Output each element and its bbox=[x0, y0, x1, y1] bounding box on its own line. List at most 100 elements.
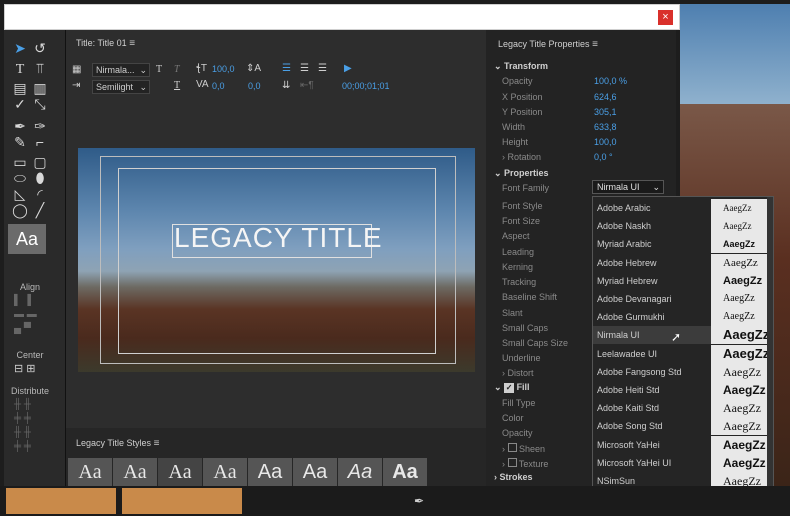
roll-crawl-icon[interactable]: ▦ bbox=[72, 64, 81, 75]
rounded-corner-tool-icon[interactable]: ⬮ bbox=[32, 170, 48, 186]
font-family-select[interactable]: Nirmala UI ⌄ bbox=[592, 180, 664, 194]
font-list-item[interactable]: Adobe Hebrew AaegZz bbox=[593, 253, 771, 272]
font-list-item[interactable]: Adobe Naskh AaegZz bbox=[593, 217, 771, 236]
small-caps-row: Small Caps bbox=[502, 323, 549, 333]
style-swatch[interactable]: Aa bbox=[113, 458, 157, 486]
font-style-dropdown[interactable]: Semilight ⌄ bbox=[92, 80, 150, 94]
sheen-checkbox[interactable] bbox=[507, 443, 517, 452]
font-list-item[interactable]: Leelawadee UI AaegZz bbox=[593, 344, 771, 363]
transform-section[interactable]: ⌄ Transform bbox=[494, 61, 548, 72]
italic-icon[interactable]: T bbox=[174, 64, 180, 75]
font-list-item[interactable]: Adobe Fangsong Std AaegZz bbox=[593, 362, 771, 381]
panel-menu-icon[interactable]: ≡ bbox=[129, 38, 135, 49]
styles-menu-icon[interactable]: ≡ bbox=[154, 438, 160, 449]
style-swatch[interactable]: Aa bbox=[203, 458, 247, 486]
bold-icon[interactable]: T bbox=[156, 64, 162, 75]
tab-align-2-icon[interactable]: ⇤¶ bbox=[300, 80, 314, 91]
font-list-item[interactable]: Myriad Arabic AaegZz bbox=[593, 235, 771, 254]
clipped-corner-tool-icon[interactable]: ⬭ bbox=[12, 170, 28, 186]
rotation-row: › Rotation 0,0 ° bbox=[502, 152, 613, 162]
add-anchor-tool-icon[interactable]: ✎ bbox=[12, 134, 28, 150]
timecode[interactable]: 00;00;01;01 bbox=[342, 81, 390, 91]
font-list-item[interactable]: Adobe Song Std AaegZz bbox=[593, 417, 771, 436]
style-swatch[interactable]: Aa bbox=[248, 458, 292, 486]
convert-anchor-tool-icon[interactable]: ⌐ bbox=[32, 134, 48, 150]
tab-stops-icon[interactable]: ⇥ bbox=[72, 80, 80, 91]
fill-section[interactable]: ⌄ ✓ Fill bbox=[494, 382, 530, 393]
leading-value[interactable]: 0,0 bbox=[248, 81, 261, 91]
timeline-clip[interactable] bbox=[6, 488, 116, 514]
arc-tool-icon[interactable]: ◜ bbox=[32, 186, 48, 202]
distribute-buttons[interactable]: ╫ ╫ ╪ ╪ ╫ ╫ ╪ ╪ bbox=[14, 398, 50, 458]
slant-row: Slant bbox=[502, 308, 523, 318]
style-swatch[interactable]: Aa bbox=[383, 458, 427, 486]
center-buttons[interactable]: ⊟ ⊞ bbox=[14, 362, 36, 375]
pen-tool-icon[interactable]: ✒ bbox=[414, 494, 424, 508]
title-text[interactable]: LEGACY TITLE bbox=[174, 222, 383, 254]
fill-checkbox[interactable]: ✓ bbox=[504, 383, 515, 393]
delete-anchor-tool-icon[interactable]: ✑ bbox=[32, 118, 48, 134]
font-list-item[interactable]: Microsoft YaHei AaegZz bbox=[593, 435, 771, 454]
font-size-value[interactable]: 100,0 bbox=[212, 64, 235, 74]
font-list-item[interactable]: Adobe Arabic AaegZz bbox=[593, 199, 771, 217]
aspect-row: Aspect bbox=[502, 231, 530, 241]
vertical-path-type-tool-icon[interactable]: ⤡ bbox=[32, 96, 48, 112]
small-caps-size-row: Small Caps Size bbox=[502, 338, 569, 348]
align-right-icon[interactable]: ☰ bbox=[318, 63, 327, 74]
type-tool-icon[interactable]: T bbox=[12, 62, 28, 78]
tools-panel: ➤ ↺ T ⫪ ▤ ▥ ✓ ⤡ ✒ ✑ ✎ ⌐ ▭ ▢ ⬭ ⬮ ◺ ◜ ◯ ╱ … bbox=[4, 30, 66, 486]
font-list-item[interactable]: Myriad Hebrew AaegZz bbox=[593, 271, 771, 290]
timeline-clip[interactable] bbox=[122, 488, 242, 514]
texture-checkbox[interactable] bbox=[507, 458, 517, 467]
style-swatch[interactable]: Aa bbox=[68, 458, 112, 486]
font-sample: AaegZz bbox=[711, 435, 771, 454]
font-list-item[interactable]: Adobe Kaiti Std AaegZz bbox=[593, 399, 771, 418]
align-center-icon[interactable]: ☰ bbox=[300, 63, 309, 74]
align-left-icon[interactable]: ☰ bbox=[282, 63, 291, 74]
line-tool-icon[interactable]: ╱ bbox=[32, 202, 48, 218]
font-family-dropdown[interactable]: Nirmala... ⌄ bbox=[92, 63, 150, 77]
title-canvas[interactable]: LEGACY TITLE bbox=[78, 148, 475, 372]
area-type-tool-icon[interactable]: ▤ bbox=[12, 80, 28, 96]
vertical-area-type-tool-icon[interactable]: ▥ bbox=[32, 80, 48, 96]
align-buttons[interactable]: ▌ ▐ ▬ ▬ ▄ ▀ bbox=[14, 294, 50, 338]
show-background-video-icon[interactable]: ▶ bbox=[344, 63, 352, 74]
vertical-type-tool-icon[interactable]: ⫪ bbox=[32, 62, 48, 78]
mouse-cursor-icon: ➚ bbox=[671, 330, 682, 345]
rotation-tool-icon[interactable]: ↺ bbox=[32, 40, 48, 56]
align-label: Align bbox=[19, 282, 40, 292]
font-family-dropdown-list: Adobe Arabic AaegZz Adobe Naskh AaegZz Myria… bbox=[592, 196, 774, 509]
kerning-value[interactable]: 0,0 bbox=[212, 81, 225, 91]
path-type-tool-icon[interactable]: ✓ bbox=[12, 96, 28, 112]
title-designer-panel: Title: Title 01 ≡ ▦ ⇥ Nirmala... ⌄ Semili… bbox=[66, 30, 486, 428]
leading-icon: ⇕A bbox=[246, 63, 262, 74]
close-button[interactable]: × bbox=[658, 10, 673, 25]
style-swatch[interactable]: Aa bbox=[338, 458, 382, 486]
sheen-row[interactable]: › Sheen bbox=[502, 443, 545, 454]
tab-align-icon[interactable]: ⇊ bbox=[282, 80, 290, 91]
font-name: Adobe Gurmukhi bbox=[597, 312, 665, 323]
wedge-tool-icon[interactable]: ◺ bbox=[12, 186, 28, 202]
kerning-row: Kerning bbox=[502, 262, 534, 272]
properties-menu-icon[interactable]: ≡ bbox=[592, 39, 598, 50]
rectangle-tool-icon[interactable]: ▭ bbox=[12, 154, 28, 170]
strokes-section[interactable]: › Strokes bbox=[494, 472, 533, 482]
pen-tool-icon[interactable]: ✒ bbox=[12, 118, 28, 134]
font-list-item[interactable]: Adobe Heiti Std AaegZz bbox=[593, 381, 771, 399]
texture-row[interactable]: › Texture bbox=[502, 458, 548, 469]
font-sample: AaegZz bbox=[711, 326, 771, 345]
distort-row[interactable]: › Distort bbox=[502, 368, 534, 378]
font-list-item[interactable]: Adobe Devanagari AaegZz bbox=[593, 290, 771, 308]
font-list-scrollbar[interactable] bbox=[767, 197, 773, 500]
style-swatch[interactable]: Aa bbox=[293, 458, 337, 486]
ellipse-tool-icon[interactable]: ◯ bbox=[12, 202, 28, 218]
underline-icon[interactable]: T bbox=[174, 80, 180, 91]
style-swatch[interactable]: Aa bbox=[158, 458, 202, 486]
font-list-item[interactable]: Adobe Gurmukhi AaegZz bbox=[593, 308, 771, 327]
title-tab[interactable]: Title: Title 01 ≡ bbox=[76, 38, 135, 49]
properties-section[interactable]: ⌄ Properties bbox=[494, 168, 549, 179]
selection-tool-icon[interactable]: ➤ bbox=[12, 40, 28, 56]
font-sample: AaegZz bbox=[711, 271, 771, 290]
rounded-rectangle-tool-icon[interactable]: ▢ bbox=[32, 154, 48, 170]
font-list-item[interactable]: Microsoft YaHei UI AaegZz bbox=[593, 453, 771, 472]
